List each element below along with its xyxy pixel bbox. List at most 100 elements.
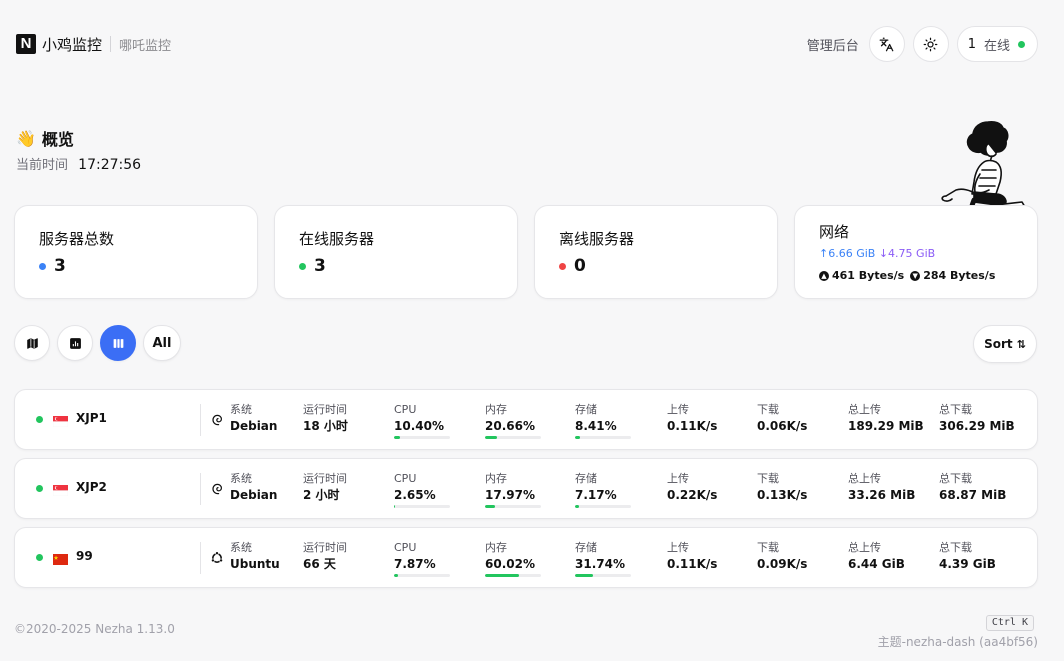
metric-value: 10.40%	[394, 419, 444, 433]
metric-value: 17.97%	[485, 488, 535, 502]
online-users-indicator[interactable]: 1 在线	[956, 26, 1038, 62]
translate-icon	[879, 37, 894, 51]
arrow-up-circle-icon: ▲	[819, 270, 829, 281]
theme-info: 主题-nezha-dash (aa4bf56)	[877, 635, 1038, 649]
metric-label: CPU	[394, 472, 417, 485]
metric-value: 18 小时	[303, 419, 348, 433]
metric-value: 60.02%	[485, 557, 535, 571]
metric-value: 0.13K/s	[757, 488, 808, 502]
usage-bar	[485, 436, 541, 439]
metric-value: 20.66%	[485, 419, 535, 433]
metric-value: 7.87%	[394, 557, 436, 571]
metric-value: 8.41%	[575, 419, 617, 433]
metric-total-up: 总上传 6.44 GiB	[848, 541, 905, 573]
status-dot-red	[559, 262, 566, 270]
metric-value: Debian	[230, 488, 278, 502]
metric-label: 存储	[575, 541, 597, 554]
online-label: 在线	[983, 38, 1010, 54]
ubuntu-icon	[210, 550, 224, 564]
debian-icon	[210, 481, 224, 495]
stat-card-total-servers[interactable]: 服务器总数 3	[14, 205, 258, 299]
command-shortcut[interactable]: Ctrl K	[985, 615, 1034, 631]
language-button[interactable]	[868, 26, 905, 62]
server-card[interactable]: 99 系统 Ubuntu 运行时间 66 天 CPU 7.87% 内存 60.02% 存储 31.7…	[14, 527, 1038, 588]
stat-label: 网络	[819, 223, 850, 241]
server-online-dot	[36, 554, 43, 561]
view-toolbar: All	[14, 325, 181, 361]
metric-label: 存储	[575, 472, 597, 485]
metric-label: 下载	[757, 403, 779, 416]
chart-view-button[interactable]	[57, 325, 93, 361]
grid-view-button[interactable]	[100, 325, 136, 361]
usage-bar-fill	[394, 505, 396, 508]
metric-value: 33.26 MiB	[848, 488, 916, 502]
metric-value: 2 小时	[303, 488, 340, 502]
china-flag-icon	[53, 550, 68, 565]
sort-label: Sort	[984, 337, 1013, 351]
brand[interactable]: N 小鸡监控 哪吒监控	[16, 34, 171, 54]
chart-icon	[69, 337, 81, 349]
metric-cpu: CPU 2.65%	[394, 472, 450, 508]
server-online-dot	[36, 416, 43, 423]
network-speed: ▲ 461 Bytes/s ▼ 284 Bytes/s	[819, 269, 995, 282]
sort-button[interactable]: Sort ⇅	[973, 325, 1037, 363]
copyright: ©2020-2025 Nezha 1.13.0	[14, 622, 175, 636]
online-status-dot	[1018, 40, 1025, 48]
row-divider	[200, 404, 201, 436]
metric-label: 总上传	[848, 403, 881, 416]
group-filter-all[interactable]: All	[143, 325, 181, 361]
metric-label: 总下载	[939, 403, 972, 416]
row-divider	[200, 473, 201, 505]
upload-total: ↑6.66 GiB	[819, 247, 876, 260]
usage-bar-fill	[575, 436, 580, 439]
metric-label: 系统	[230, 541, 252, 554]
metric-total-down: 总下载 4.39 GiB	[939, 541, 996, 573]
status-dot-blue	[39, 262, 46, 270]
metric-value: 66 天	[303, 557, 336, 571]
metric-label: 总下载	[939, 541, 972, 554]
stat-card-online-servers[interactable]: 在线服务器 3	[274, 205, 518, 299]
metric-os: 系统 Debian	[230, 403, 277, 435]
stat-card-offline-servers[interactable]: 离线服务器 0	[534, 205, 778, 299]
usage-bar	[485, 505, 541, 508]
metric-label: 总下载	[939, 472, 972, 485]
usage-bar	[394, 574, 450, 577]
brand-divider	[110, 36, 112, 52]
metric-label: 总上传	[848, 472, 881, 485]
metric-cpu: CPU 10.40%	[394, 403, 450, 439]
metric-value: 189.29 MiB	[848, 419, 924, 433]
metric-value: Debian	[230, 419, 278, 433]
server-name: XJP1	[76, 411, 107, 425]
metric-mem: 内存 60.02%	[485, 541, 541, 577]
usage-bar	[485, 574, 541, 577]
server-card[interactable]: XJP1 系统 Debian 运行时间 18 小时 CPU 10.40% 内存 20.66% 存储…	[14, 389, 1038, 450]
usage-bar	[575, 574, 631, 577]
columns-icon	[113, 338, 123, 348]
metric-label: 下载	[757, 472, 779, 485]
arrow-down-circle-icon: ▼	[910, 270, 921, 281]
metric-value: 4.39 GiB	[939, 557, 996, 571]
metric-value: 7.17%	[575, 488, 617, 502]
stat-value: 0	[574, 256, 586, 276]
admin-link[interactable]: 管理后台	[807, 35, 859, 54]
metric-total-up: 总上传 189.29 MiB	[848, 403, 924, 435]
theme-toggle-button[interactable]	[912, 26, 949, 62]
sun-icon	[923, 37, 938, 51]
metric-label: CPU	[394, 403, 417, 416]
debian-icon	[210, 412, 224, 426]
map-view-button[interactable]	[14, 325, 50, 361]
metric-os: 系统 Ubuntu	[230, 541, 280, 573]
metric-down: 下载 0.06K/s	[757, 403, 807, 435]
metric-value: 0.06K/s	[757, 419, 808, 433]
metric-label: 内存	[485, 472, 507, 485]
stat-card-network[interactable]: 网络 ↑6.66 GiB ↓4.75 GiB ▲ 461 Bytes/s ▼ 2…	[794, 205, 1038, 299]
server-card[interactable]: XJP2 系统 Debian 运行时间 2 小时 CPU 2.65% 内存 17.97% 存储 7.…	[14, 458, 1038, 519]
metric-label: 存储	[575, 403, 597, 416]
time-label: 当前时间	[16, 158, 69, 173]
metric-label: 内存	[485, 541, 507, 554]
usage-bar-fill	[394, 574, 399, 577]
metric-label: 运行时间	[303, 403, 347, 416]
metric-value: 306.29 MiB	[939, 419, 1015, 433]
download-speed: 284 Bytes/s	[923, 269, 996, 282]
stat-label: 离线服务器	[559, 230, 635, 248]
